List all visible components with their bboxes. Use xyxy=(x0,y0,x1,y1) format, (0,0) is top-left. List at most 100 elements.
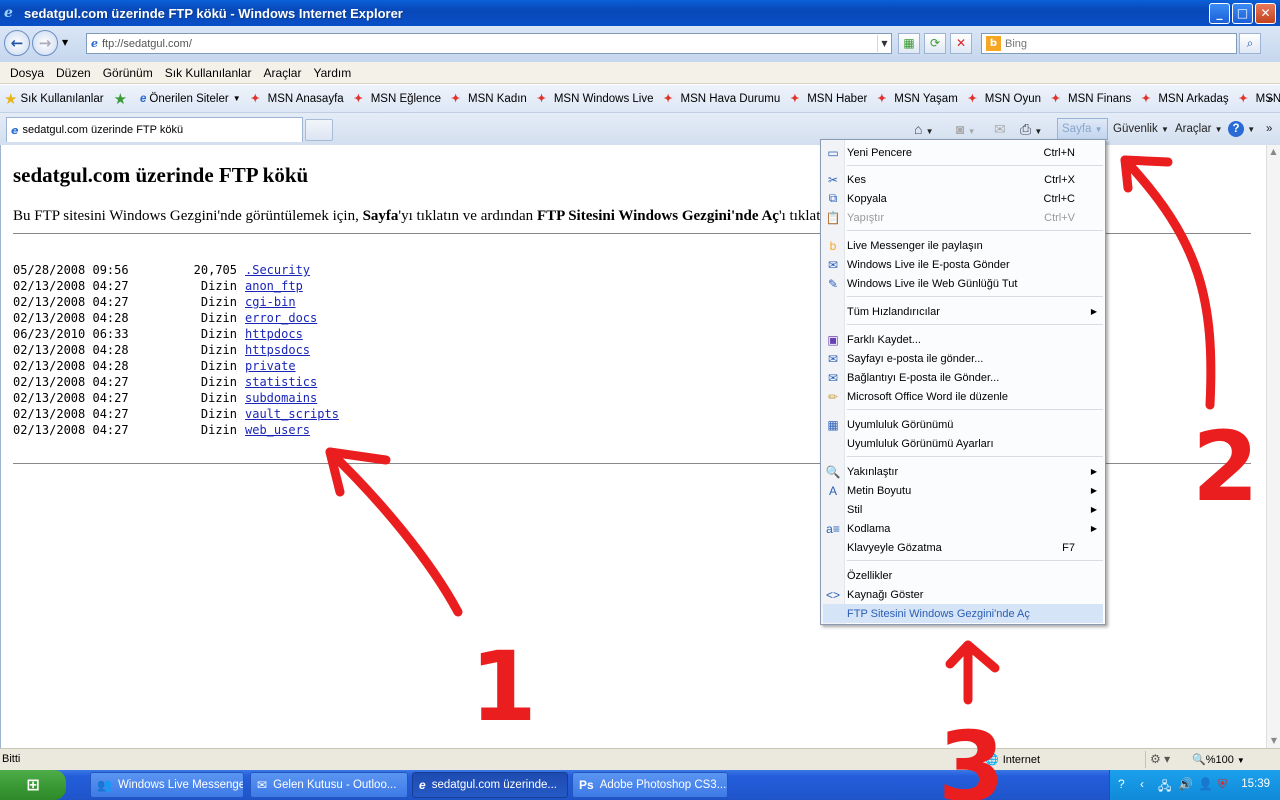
chevron-down-icon[interactable]: ▼ xyxy=(877,35,891,52)
menu-tools[interactable]: Araçlar xyxy=(257,66,307,80)
maximize-button[interactable]: □ xyxy=(1232,3,1253,24)
safety-menu-button[interactable]: Güvenlik ▼ xyxy=(1113,118,1169,140)
more-favorites-icon[interactable]: » xyxy=(1267,92,1274,106)
menu-favorites[interactable]: Sık Kullanılanlar xyxy=(159,66,258,80)
folder-link[interactable]: error_docs xyxy=(245,310,317,326)
home-button[interactable]: ⌂ ▼ xyxy=(914,118,934,140)
page-dropdown-menu: ▭ Yeni Pencere Ctrl+N ✂ Kes Ctrl+X ⧉ Kopyala C… xyxy=(820,139,1106,625)
menu-item-text-size[interactable]: A Metin Boyutu ▶ xyxy=(823,481,1103,500)
menu-item-cut[interactable]: ✂ Kes Ctrl+X xyxy=(823,170,1103,189)
url-text[interactable]: ftp://sedatgul.com/ xyxy=(102,38,877,50)
taskbar-item-outlook[interactable]: ✉ Gelen Kutusu - Outloo... xyxy=(250,772,408,798)
fav-link[interactable]: ✦ MSN Eğlence xyxy=(354,93,441,105)
refresh-button[interactable]: ⟳ xyxy=(924,33,946,54)
messenger-tray-icon[interactable]: 👤 xyxy=(1198,777,1213,791)
fav-link[interactable]: ✦ MSN Anasayfa xyxy=(251,93,344,105)
menu-item-view-source[interactable]: <> Kaynağı Göster xyxy=(823,585,1103,604)
fav-link[interactable]: ✦ MSN Hava Durumu xyxy=(664,93,781,105)
new-tab-button[interactable] xyxy=(305,119,333,141)
more-commands-icon[interactable]: » xyxy=(1266,118,1272,140)
menu-item-paste[interactable]: 📋 Yapıştır Ctrl+V xyxy=(823,208,1103,227)
search-box[interactable]: b xyxy=(981,33,1237,54)
fav-link[interactable]: ✦ MSN Windows Live xyxy=(537,93,654,105)
scroll-up-icon[interactable]: ▲ xyxy=(1267,145,1280,159)
fav-link[interactable]: ✦ MSN Arkadaş xyxy=(1141,93,1228,105)
help-tray-icon[interactable]: ? xyxy=(1118,777,1125,791)
menu-item-style[interactable]: Stil ▶ xyxy=(823,500,1103,519)
taskbar-item-messenger[interactable]: 👥 Windows Live Messenger xyxy=(90,772,244,798)
suggested-sites[interactable]: e Önerilen Siteler ▼ xyxy=(140,93,241,105)
fav-link[interactable]: ✦ MSN Kadın xyxy=(451,93,527,105)
menu-item-edit-word[interactable]: ✏ Microsoft Office Word ile düzenle xyxy=(823,387,1103,406)
menu-item-compat-view[interactable]: ▦ Uyumluluk Görünümü xyxy=(823,415,1103,434)
vertical-scrollbar[interactable]: ▲ ▼ xyxy=(1266,145,1280,748)
menu-item-open-ftp-explorer[interactable]: FTP Sitesini Windows Gezgini'nde Aç xyxy=(823,604,1103,623)
menu-item-copy[interactable]: ⧉ Kopyala Ctrl+C xyxy=(823,189,1103,208)
fav-link[interactable]: ✦ MSN Finans xyxy=(1051,93,1131,105)
fav-link[interactable]: ✦ MSN Oyun xyxy=(968,93,1041,105)
chevron-left-icon[interactable]: ‹ xyxy=(1140,777,1144,791)
menu-item-compat-settings[interactable]: Uyumluluk Görünümü Ayarları xyxy=(823,434,1103,453)
read-mail-button[interactable]: ✉ xyxy=(994,118,1006,140)
history-dropdown-icon[interactable]: ▼ xyxy=(62,38,68,47)
taskbar-item-photoshop[interactable]: Ps Adobe Photoshop CS3... xyxy=(572,772,728,798)
menu-item-live-email[interactable]: ✉ Windows Live ile E-posta Gönder xyxy=(823,255,1103,274)
menu-item-zoom[interactable]: 🔍 Yakınlaştır ▶ xyxy=(823,462,1103,481)
menu-item-messenger-share[interactable]: b Live Messenger ile paylaşın xyxy=(823,236,1103,255)
menu-item-email-link[interactable]: ✉ Bağlantıyı E-posta ile Gönder... xyxy=(823,368,1103,387)
menu-view[interactable]: Görünüm xyxy=(97,66,159,80)
folder-link[interactable]: httpsdocs xyxy=(245,342,310,358)
chevron-down-icon: ▼ xyxy=(967,127,976,136)
feeds-button[interactable]: ◙ ▼ xyxy=(956,118,976,140)
compat-view-button[interactable]: ▦ xyxy=(898,33,920,54)
fav-link[interactable]: ✦ MSN Haber xyxy=(790,93,867,105)
zoom-level[interactable]: 🔍%100 ▼ xyxy=(1192,753,1245,766)
folder-link[interactable]: private xyxy=(245,358,296,374)
tools-menu-button[interactable]: Araçlar ▼ xyxy=(1175,118,1223,140)
menu-item-email-page[interactable]: ✉ Sayfayı e-posta ile gönder... xyxy=(823,349,1103,368)
tab-ftp[interactable]: e sedatgul.com üzerinde FTP kökü xyxy=(6,117,303,142)
stop-button[interactable]: ✕ xyxy=(950,33,972,54)
close-button[interactable]: ✕ xyxy=(1255,3,1276,24)
security-zone[interactable]: 🌐 Internet xyxy=(985,753,1040,767)
menu-item-accelerators[interactable]: Tüm Hızlandırıcılar ▶ xyxy=(823,302,1103,321)
folder-link[interactable]: vault_scripts xyxy=(245,406,339,422)
menu-item-properties[interactable]: Özellikler xyxy=(823,566,1103,585)
taskbar-item-ie[interactable]: e sedatgul.com üzerinde... xyxy=(412,772,568,798)
fav-link[interactable]: ✦ MSN Yaşam xyxy=(877,93,957,105)
back-button[interactable]: ← xyxy=(4,30,30,56)
start-button[interactable]: ⊞ xyxy=(0,770,66,800)
menu-item-caret-browsing[interactable]: Klavyeyle Gözatma F7 xyxy=(823,538,1103,557)
menu-separator xyxy=(847,409,1103,410)
add-favorite-button[interactable]: ★ xyxy=(114,90,130,108)
menu-file[interactable]: Dosya xyxy=(4,66,50,80)
folder-link[interactable]: httpdocs xyxy=(245,326,303,342)
folder-link[interactable]: web_users xyxy=(245,422,310,438)
network-icon[interactable]: 🖧 xyxy=(1158,777,1171,798)
menu-item-save-as[interactable]: ▣ Farklı Kaydet... xyxy=(823,330,1103,349)
forward-button[interactable]: → xyxy=(32,30,58,56)
file-link[interactable]: .Security xyxy=(245,262,310,278)
scroll-down-icon[interactable]: ▼ xyxy=(1267,734,1280,748)
menu-separator xyxy=(847,324,1103,325)
security-shield-icon[interactable]: ⛨ xyxy=(1218,777,1227,792)
folder-link[interactable]: statistics xyxy=(245,374,317,390)
page-menu-button[interactable]: Sayfa ▼ xyxy=(1057,118,1108,140)
volume-icon[interactable]: 🔊 xyxy=(1178,777,1193,791)
search-button[interactable]: ⌕ xyxy=(1239,33,1261,54)
search-input[interactable] xyxy=(1005,37,1225,50)
folder-link[interactable]: anon_ftp xyxy=(245,278,303,294)
help-button[interactable]: ? ▼ xyxy=(1228,118,1255,140)
menu-item-new-window[interactable]: ▭ Yeni Pencere Ctrl+N xyxy=(823,143,1103,162)
folder-link[interactable]: subdomains xyxy=(245,390,317,406)
favorites-button[interactable]: ★ Sık Kullanılanlar xyxy=(4,90,104,108)
menu-edit[interactable]: Düzen xyxy=(50,66,97,80)
folder-link[interactable]: cgi-bin xyxy=(245,294,296,310)
protected-mode-icon[interactable]: ⚙ ▾ xyxy=(1150,752,1170,766)
address-bar[interactable]: e ftp://sedatgul.com/ ▼ xyxy=(86,33,892,54)
minimize-button[interactable]: _ xyxy=(1209,3,1230,24)
menu-item-encoding[interactable]: a≡ Kodlama ▶ xyxy=(823,519,1103,538)
menu-item-live-blog[interactable]: ✎ Windows Live ile Web Günlüğü Tut xyxy=(823,274,1103,293)
print-button[interactable]: ⎙ ▼ xyxy=(1020,118,1042,140)
menu-help[interactable]: Yardım xyxy=(307,66,357,80)
